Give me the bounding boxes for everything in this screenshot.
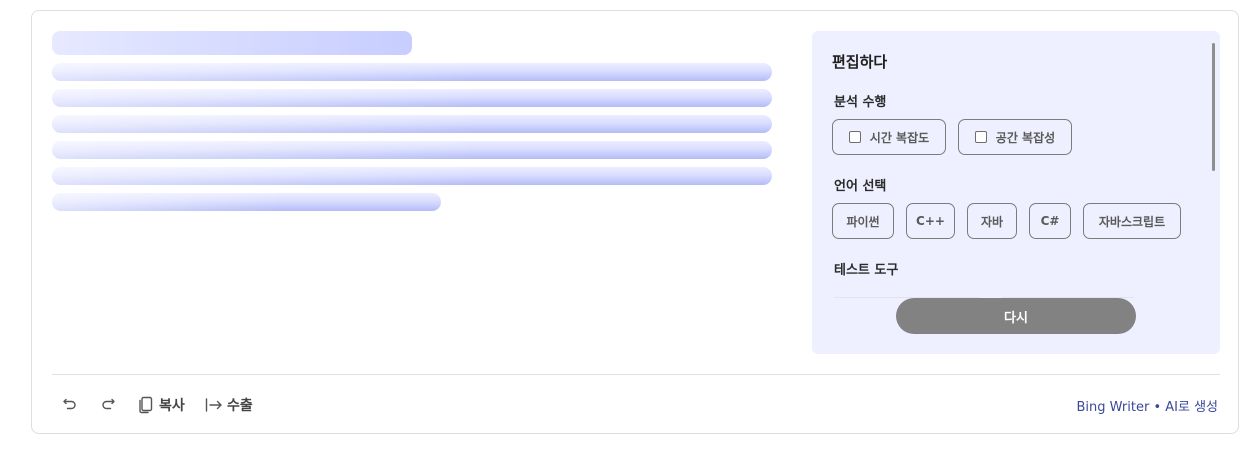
bing-writer-attribution[interactable]: Bing Writer • AI로 생성 [1077, 396, 1219, 415]
option-label: 시간 복잡도 [869, 130, 930, 145]
language-javascript-button[interactable]: 자바스크립트 [1083, 203, 1181, 239]
skeleton-line [52, 115, 772, 133]
footer-divider [52, 374, 1220, 375]
redo-icon [102, 398, 115, 410]
skeleton-line [52, 89, 772, 107]
checkbox-icon [974, 131, 987, 143]
analysis-section-label: 분석 수행 [834, 95, 887, 110]
panel-scrollbar[interactable] [1212, 43, 1215, 171]
skeleton-title-bar [52, 31, 412, 55]
undo-button[interactable] [62, 395, 78, 411]
edit-panel: 편집하다 분석 수행 시간 복잡도 공간 복잡성 언어 선택 파이썬 C++ 자… [812, 31, 1220, 354]
export-label: 수출 [227, 398, 253, 414]
language-section-label: 언어 선택 [834, 179, 887, 194]
language-cpp-button[interactable]: C++ [906, 203, 955, 239]
skeleton-line [52, 63, 772, 81]
test-tools-section-label: 테스트 도구 [834, 263, 899, 278]
copy-label: 복사 [159, 398, 185, 414]
skeleton-line [52, 141, 772, 159]
export-button[interactable]: 수출 [205, 395, 253, 415]
panel-title: 편집하다 [832, 53, 888, 71]
skeleton-line [52, 193, 441, 211]
copy-icon [139, 396, 153, 414]
export-arrow-icon [205, 398, 222, 412]
redo-button[interactable] [100, 395, 116, 411]
copy-button[interactable]: 복사 [138, 395, 185, 415]
language-csharp-button[interactable]: C# [1029, 203, 1071, 239]
space-complexity-checkbox-button[interactable]: 공간 복잡성 [958, 119, 1072, 155]
undo-icon [63, 398, 76, 410]
language-java-button[interactable]: 자바 [967, 203, 1017, 239]
language-python-button[interactable]: 파이썬 [832, 203, 894, 239]
time-complexity-checkbox-button[interactable]: 시간 복잡도 [832, 119, 946, 155]
option-label: 공간 복잡성 [995, 130, 1056, 145]
retry-button[interactable]: 다시 [896, 298, 1136, 334]
checkbox-icon [848, 131, 861, 143]
writer-card: 편집하다 분석 수행 시간 복잡도 공간 복잡성 언어 선택 파이썬 C++ 자… [31, 10, 1239, 434]
skeleton-line [52, 167, 772, 185]
